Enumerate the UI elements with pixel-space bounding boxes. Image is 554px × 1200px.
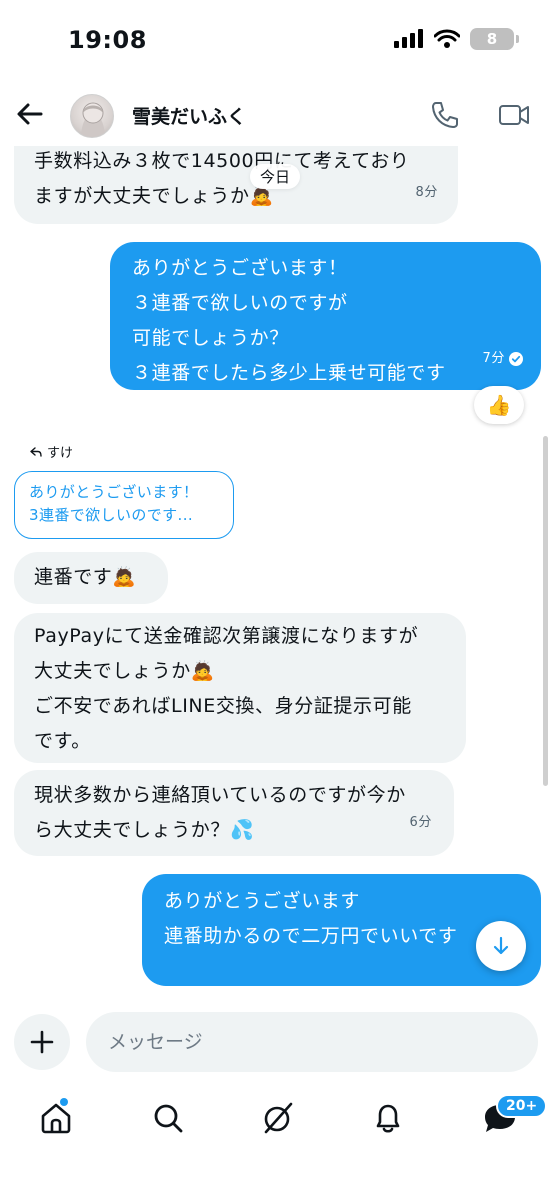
outgoing-message[interactable]: ありがとうございます！ ３連番で欲しいのですが 可能でしょうか？ ３連番でしたら…: [110, 242, 541, 390]
reply-arrow-icon: [30, 446, 42, 457]
quoted-line: 3連番で欲しいのです...: [29, 506, 194, 524]
message-line: ご不安であればLINE交換、身分証提示可能: [34, 695, 412, 717]
bell-icon: [376, 1104, 400, 1133]
message-time: 7分: [482, 351, 505, 366]
battery-indicator: 8: [470, 28, 519, 50]
status-time: 19:08: [68, 26, 147, 54]
message-line: 連番です🙇: [34, 566, 137, 588]
message-reaction[interactable]: 👍: [474, 386, 524, 424]
grok-icon: [264, 1102, 293, 1134]
chat-timeline[interactable]: 手数料込み３枚で14500円にて考えており ますが大丈夫でしょうか🙇 8分 今日…: [0, 146, 554, 998]
message-line: 可能でしょうか？: [132, 327, 289, 349]
incoming-message[interactable]: PayPayにて送金確認次第譲渡になりますが 大丈夫でしょうか🙇 ご不安であれば…: [14, 613, 466, 763]
status-icons: 8: [394, 28, 519, 50]
plus-icon: [30, 1030, 54, 1054]
contact-name[interactable]: 雪美だいふく: [132, 102, 246, 129]
message-meta: 7分: [483, 341, 523, 376]
incoming-message[interactable]: 手数料込み３枚で14500円にて考えており ますが大丈夫でしょうか🙇 8分: [14, 146, 458, 224]
video-icon: [499, 105, 529, 125]
reply-label-text: すけ: [47, 446, 74, 461]
scrollbar[interactable]: [543, 436, 548, 786]
message-line: 大丈夫でしょうか🙇: [34, 660, 216, 682]
incoming-message[interactable]: 連番です🙇: [14, 552, 168, 604]
quoted-message[interactable]: ありがとうございます！ 3連番で欲しいのです...: [14, 471, 234, 539]
scroll-to-bottom-button[interactable]: [476, 921, 526, 971]
conversation-header: 雪美だいふく: [0, 84, 554, 146]
message-line: ますが大丈夫でしょうか🙇: [34, 185, 274, 207]
message-line: ら大丈夫でしょうか？💦: [34, 819, 255, 841]
date-separator: 今日: [250, 164, 301, 189]
avatar[interactable]: [70, 94, 114, 138]
nav-notifications[interactable]: [366, 1096, 410, 1140]
home-icon: [41, 1103, 71, 1134]
wifi-icon: [434, 29, 460, 48]
message-line: です。: [34, 730, 91, 752]
cellular-signal-icon: [394, 29, 423, 48]
home-new-dot: [60, 1098, 68, 1106]
quoted-line: ありがとうございます！: [29, 483, 199, 501]
avatar-image: [81, 102, 105, 137]
message-input[interactable]: [86, 1012, 538, 1072]
call-button[interactable]: [430, 100, 460, 130]
message-line: PayPayにて送金確認次第譲渡になりますが: [34, 625, 419, 647]
arrow-down-icon: [493, 936, 509, 955]
incoming-message[interactable]: 現状多数から連絡頂いているのですが今か ら大丈夫でしょうか？💦 6分: [14, 770, 454, 856]
message-line: 手数料込み３枚で14500円にて考えており: [34, 150, 410, 172]
messages-badge: 20+: [496, 1094, 548, 1118]
search-icon: [154, 1104, 183, 1133]
battery-level: 8: [486, 30, 498, 48]
message-time: 8分: [415, 185, 438, 200]
phone-icon: [432, 102, 458, 128]
back-button[interactable]: [14, 98, 46, 130]
nav-search[interactable]: [146, 1096, 190, 1140]
message-line: ありがとうございます！: [132, 257, 348, 279]
arrow-left-icon: [17, 103, 43, 125]
message-line: 現状多数から連絡頂いているのですが今か: [34, 784, 406, 806]
message-line: ３連番で欲しいのですが: [132, 292, 348, 314]
reply-context: すけ: [30, 442, 73, 461]
nav-grok[interactable]: [256, 1096, 300, 1140]
add-attachment-button[interactable]: [14, 1014, 70, 1070]
message-line: ありがとうございます: [164, 890, 361, 912]
nav-home[interactable]: [34, 1096, 78, 1140]
message-composer: [0, 1000, 554, 1082]
read-check-icon: [509, 351, 523, 366]
message-time: 6分: [409, 815, 432, 830]
bottom-navigation: 20+: [0, 1082, 554, 1200]
message-line: ３連番でしたら多少上乗せ可能です: [132, 362, 446, 384]
video-call-button[interactable]: [498, 100, 530, 130]
status-bar: 19:08 8: [0, 0, 554, 84]
